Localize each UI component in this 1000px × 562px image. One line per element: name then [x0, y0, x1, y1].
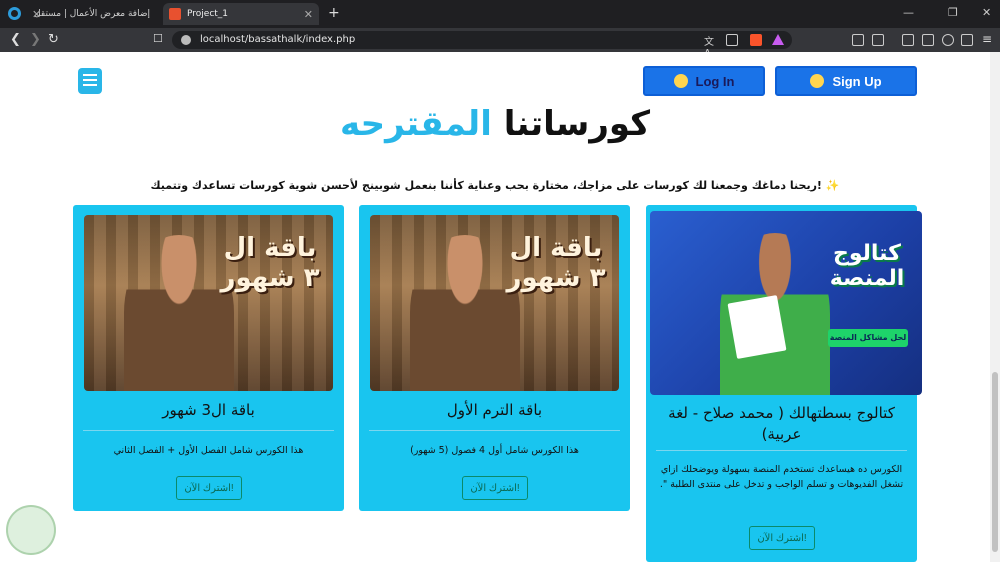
tab-title: إضافة معرض الأعمال | مستقل — [34, 9, 150, 19]
browser-menu-icon[interactable] — [8, 7, 21, 20]
watermark-logo-icon — [6, 505, 56, 555]
title-main: كورساتنا — [503, 104, 650, 144]
course-card: كتالوج المنصة لحل مشاكل المنصة كتالوج بس… — [646, 205, 922, 562]
menu-icon[interactable]: ≡ — [982, 32, 992, 46]
intro-text: ✨ !ريحنا دماغك وجمعنا لك كورسات على مزاج… — [150, 179, 840, 192]
course-title: باقة ال3 شهور — [162, 401, 255, 419]
title-accent: المقترحه — [340, 104, 492, 144]
course-card: باقة ال ٣ شهور باقة الترم الأول هذا الكو… — [359, 205, 630, 511]
page-title: كورساتنا المقترحه — [0, 104, 990, 144]
reload-icon[interactable]: ↻ — [48, 32, 59, 47]
forward-icon: ❯ — [30, 32, 41, 47]
poster-title: باقة ال ٣ شهور — [220, 233, 320, 293]
address-bar-row: ❮ ❯ ↻ ☐ localhost/bassathalk/index.php 文… — [0, 28, 1000, 59]
login-label: Log In — [695, 73, 735, 89]
wallet-icon[interactable] — [922, 34, 934, 46]
poster-tag: لحل مشاكل المنصة — [828, 329, 908, 347]
leo-icon[interactable] — [942, 34, 954, 46]
poster-title: باقة ال ٣ شهور — [506, 233, 606, 293]
translate-icon[interactable]: 文A — [704, 33, 716, 59]
maximize-icon[interactable]: ❐ — [948, 6, 958, 19]
course-title: كتالوج بسطتهالك ( محمد صلاح - لغة عربية) — [668, 404, 895, 443]
poster-title: كتالوج المنصة — [829, 241, 905, 291]
extensions-icon[interactable] — [852, 34, 864, 46]
tab-project[interactable]: Project_1 ✕ — [163, 3, 319, 25]
scrollbar-thumb[interactable] — [992, 372, 998, 552]
course-image[interactable]: كتالوج المنصة لحل مشاكل المنصة — [650, 211, 922, 395]
course-description: الكورس ده هيساعدك تستخدم المنصة بسهولة و… — [659, 464, 904, 490]
poster: كتالوج المنصة لحل مشاكل المنصة — [650, 211, 922, 395]
course-title: باقة الترم الأول — [446, 401, 543, 419]
sidebar-icon[interactable] — [902, 34, 914, 46]
tab-title: Project_1 — [187, 9, 229, 19]
browser-tab-bar: إضافة معرض الأعمال | مستقل ✕ Project_1 ✕… — [0, 0, 1000, 28]
signup-button[interactable]: Sign Up — [775, 66, 917, 96]
close-window-icon[interactable]: ✕ — [982, 6, 991, 19]
add-user-icon — [810, 74, 825, 88]
course-description: هذا الكورس شامل الفصل الأول + الفصل الثا… — [113, 445, 304, 456]
site-logo-icon[interactable] — [78, 68, 102, 94]
divider — [369, 430, 620, 431]
close-icon[interactable]: ✕ — [304, 8, 313, 21]
bookmark-icon[interactable]: ☐ — [153, 32, 163, 45]
url-field[interactable]: localhost/bassathalk/index.php — [172, 31, 792, 49]
login-button[interactable]: Log In — [643, 66, 765, 96]
poster: باقة ال ٣ شهور — [370, 215, 619, 391]
subscribe-button[interactable]: اشترك الآن! — [749, 526, 815, 550]
site-info-icon[interactable] — [181, 35, 191, 45]
media-icon[interactable] — [872, 34, 884, 46]
favicon-icon — [169, 8, 181, 20]
url-text: localhost/bassathalk/index.php — [200, 34, 356, 45]
poster-paper — [727, 295, 787, 359]
course-description: هذا الكورس شامل أول 4 فصول (5 شهور) — [410, 445, 579, 456]
course-image[interactable]: باقة ال ٣ شهور — [84, 215, 333, 391]
divider — [83, 430, 334, 431]
share-icon[interactable] — [726, 34, 738, 46]
subscribe-button[interactable]: اشترك الآن! — [176, 476, 242, 500]
signup-label: Sign Up — [832, 73, 882, 89]
course-card: باقة ال ٣ شهور باقة ال3 شهور هذا الكورس … — [73, 205, 344, 511]
poster: باقة ال ٣ شهور — [84, 215, 333, 391]
vpn-icon[interactable] — [961, 34, 973, 46]
back-icon[interactable]: ❮ — [10, 32, 21, 47]
divider — [656, 450, 907, 451]
minimize-icon[interactable]: — — [903, 6, 914, 19]
user-icon — [673, 74, 688, 88]
brave-shields-icon[interactable] — [750, 34, 762, 46]
subscribe-button[interactable]: اشترك الآن! — [462, 476, 528, 500]
tab-mostaql[interactable]: إضافة معرض الأعمال | مستقل ✕ — [26, 3, 156, 25]
brave-rewards-icon[interactable] — [772, 34, 784, 45]
course-image[interactable]: باقة ال ٣ شهور — [370, 215, 619, 391]
close-icon[interactable]: ✕ — [32, 8, 41, 21]
page-content: Log In Sign Up كورساتنا المقترحه ✨ !ريحن… — [0, 52, 990, 562]
new-tab-icon[interactable]: + — [328, 5, 340, 21]
